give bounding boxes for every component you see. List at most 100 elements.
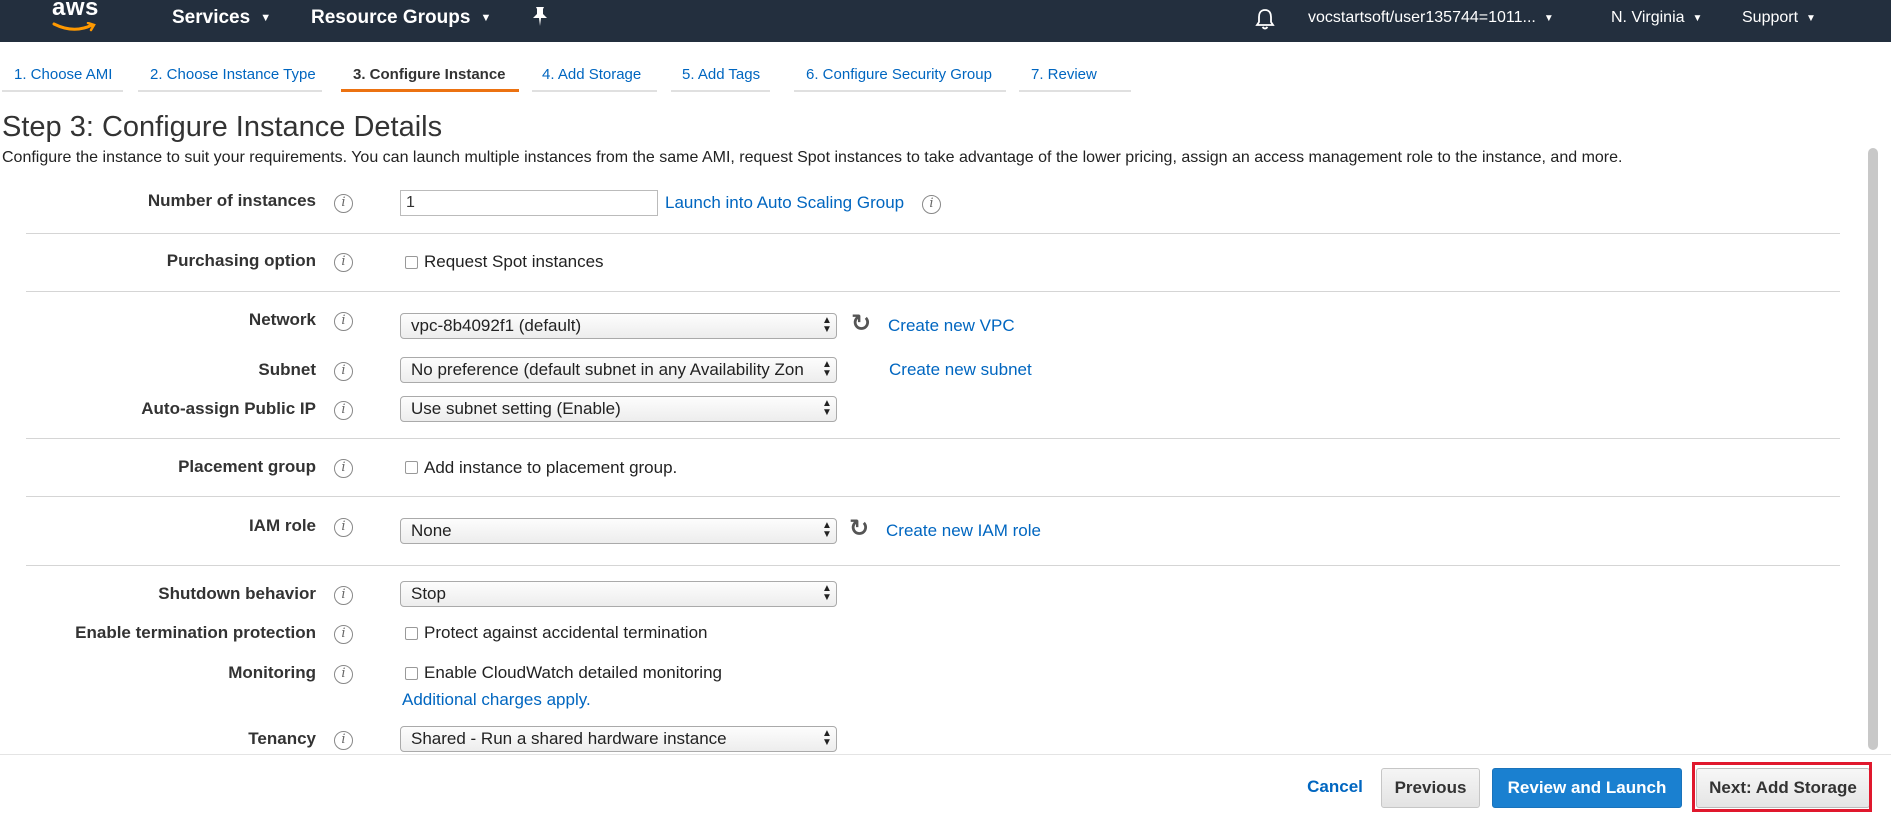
page-title: Step 3: Configure Instance Details — [2, 111, 443, 143]
chevron-down-icon: ▼ — [1692, 12, 1703, 24]
highlight-box — [1692, 762, 1872, 812]
region-menu[interactable]: N. Virginia ▼ — [1611, 9, 1702, 27]
additional-charges-link[interactable]: Additional charges apply. — [402, 690, 591, 710]
shutdown-label: Shutdown behavior — [158, 584, 316, 603]
shutdown-select[interactable]: Stop ▲ ▼ — [400, 581, 837, 607]
cloudwatch-monitoring-checkbox[interactable] — [405, 667, 418, 680]
bell-icon[interactable] — [1254, 7, 1276, 31]
monitoring-label: Monitoring — [228, 663, 316, 682]
select-arrows-icon: ▲ ▼ — [822, 583, 832, 603]
tab-configure-instance[interactable]: 3. Configure Instance — [341, 54, 519, 92]
tab-choose-ami[interactable]: 1. Choose AMI — [2, 54, 123, 92]
select-arrows-icon: ▲ ▼ — [822, 520, 832, 540]
info-icon[interactable]: i — [922, 195, 941, 214]
shutdown-value: Stop — [411, 584, 446, 603]
divider — [26, 233, 1840, 234]
placement-group-label[interactable]: Add instance to placement group. — [424, 458, 677, 478]
services-menu[interactable]: Services ▼ — [172, 7, 271, 29]
scrollbar[interactable] — [1868, 148, 1878, 750]
tenancy-label: Tenancy — [248, 729, 316, 748]
termination-label: Enable termination protection — [75, 623, 316, 642]
tab-configure-security-group[interactable]: 6. Configure Security Group — [794, 54, 1006, 92]
resource-groups-menu[interactable]: Resource Groups ▼ — [311, 7, 491, 29]
info-icon[interactable]: i — [334, 586, 353, 605]
pin-icon[interactable] — [531, 6, 549, 28]
region-label: N. Virginia — [1611, 9, 1685, 26]
subnet-value: No preference (default subnet in any Ava… — [411, 360, 804, 379]
purchasing-label: Purchasing option — [166, 251, 316, 270]
instances-label: Number of instances — [147, 191, 316, 210]
cloudwatch-monitoring-label[interactable]: Enable CloudWatch detailed monitoring — [424, 663, 722, 683]
aws-logo-text: aws — [52, 0, 99, 21]
select-arrows-icon: ▲ ▼ — [822, 315, 832, 335]
network-label: Network — [248, 310, 316, 329]
select-arrows-icon: ▲ ▼ — [822, 728, 832, 748]
create-vpc-link[interactable]: Create new VPC — [888, 316, 1015, 336]
select-arrows-icon: ▲ ▼ — [822, 398, 832, 418]
chevron-down-icon: ▼ — [480, 12, 492, 24]
refresh-icon[interactable]: ↻ — [849, 514, 869, 543]
page-description: Configure the instance to suit your requ… — [2, 149, 1623, 166]
auto-scaling-link[interactable]: Launch into Auto Scaling Group — [665, 193, 904, 213]
info-icon[interactable]: i — [334, 312, 353, 331]
public-ip-select[interactable]: Use subnet setting (Enable) ▲ ▼ — [400, 396, 837, 422]
spot-instances-checkbox[interactable] — [405, 256, 418, 269]
subnet-label: Subnet — [258, 360, 316, 379]
aws-logo[interactable]: aws — [52, 0, 108, 38]
top-navigation-bar: aws Services ▼ Resource Groups ▼ vocstar… — [0, 0, 1891, 42]
cancel-button[interactable]: Cancel — [1299, 768, 1371, 808]
tab-label: 4. Add Storage — [542, 66, 642, 83]
info-icon[interactable]: i — [334, 401, 353, 420]
services-label: Services — [172, 7, 251, 28]
info-icon[interactable]: i — [334, 518, 353, 537]
divider — [26, 438, 1840, 439]
select-arrows-icon: ▲ ▼ — [822, 359, 832, 379]
placement-group-checkbox[interactable] — [405, 461, 418, 474]
tab-label: 6. Configure Security Group — [806, 66, 992, 83]
chevron-down-icon: ▼ — [1543, 12, 1554, 24]
info-icon[interactable]: i — [334, 625, 353, 644]
termination-protection-label[interactable]: Protect against accidental termination — [424, 623, 708, 643]
info-icon[interactable]: i — [334, 731, 353, 750]
create-subnet-link[interactable]: Create new subnet — [889, 360, 1032, 380]
review-and-launch-button[interactable]: Review and Launch — [1492, 768, 1682, 808]
info-icon[interactable]: i — [334, 459, 353, 478]
support-menu[interactable]: Support ▼ — [1742, 9, 1816, 27]
tab-choose-instance-type[interactable]: 2. Choose Instance Type — [138, 54, 322, 92]
tab-review[interactable]: 7. Review — [1019, 54, 1131, 92]
tenancy-select[interactable]: Shared - Run a shared hardware instance … — [400, 726, 837, 752]
tab-label: 1. Choose AMI — [14, 66, 113, 83]
subnet-select[interactable]: No preference (default subnet in any Ava… — [400, 357, 837, 383]
iam-role-value: None — [411, 521, 452, 540]
public-ip-label: Auto-assign Public IP — [141, 399, 316, 418]
tab-add-tags[interactable]: 5. Add Tags — [671, 54, 770, 92]
account-label: vocstartsoft/user135744=1011... — [1308, 9, 1536, 26]
network-value: vpc-8b4092f1 (default) — [411, 316, 582, 335]
tab-label: 7. Review — [1031, 66, 1097, 83]
info-icon[interactable]: i — [334, 665, 353, 684]
info-icon[interactable]: i — [334, 253, 353, 272]
account-menu[interactable]: vocstartsoft/user135744=1011... ▼ — [1308, 9, 1554, 27]
chevron-down-icon: ▼ — [260, 12, 272, 24]
network-select[interactable]: vpc-8b4092f1 (default) ▲ ▼ — [400, 313, 837, 339]
tab-add-storage[interactable]: 4. Add Storage — [532, 54, 657, 92]
tab-label: 3. Configure Instance — [353, 66, 506, 83]
support-label: Support — [1742, 9, 1799, 26]
spot-instances-label[interactable]: Request Spot instances — [424, 252, 604, 272]
refresh-icon[interactable]: ↻ — [851, 309, 871, 338]
instances-input[interactable]: 1 — [400, 190, 658, 216]
termination-protection-checkbox[interactable] — [405, 627, 418, 640]
resource-groups-label: Resource Groups — [311, 7, 471, 28]
divider — [26, 496, 1840, 497]
tab-label: 5. Add Tags — [682, 66, 761, 83]
tab-label: 2. Choose Instance Type — [150, 66, 316, 83]
public-ip-value: Use subnet setting (Enable) — [411, 399, 621, 418]
previous-button[interactable]: Previous — [1381, 768, 1480, 808]
placement-label: Placement group — [178, 457, 316, 476]
info-icon[interactable]: i — [334, 194, 353, 213]
create-iam-role-link[interactable]: Create new IAM role — [886, 521, 1041, 541]
iam-role-label: IAM role — [248, 516, 316, 535]
divider — [26, 565, 1840, 566]
info-icon[interactable]: i — [334, 362, 353, 381]
iam-role-select[interactable]: None ▲ ▼ — [400, 518, 837, 544]
